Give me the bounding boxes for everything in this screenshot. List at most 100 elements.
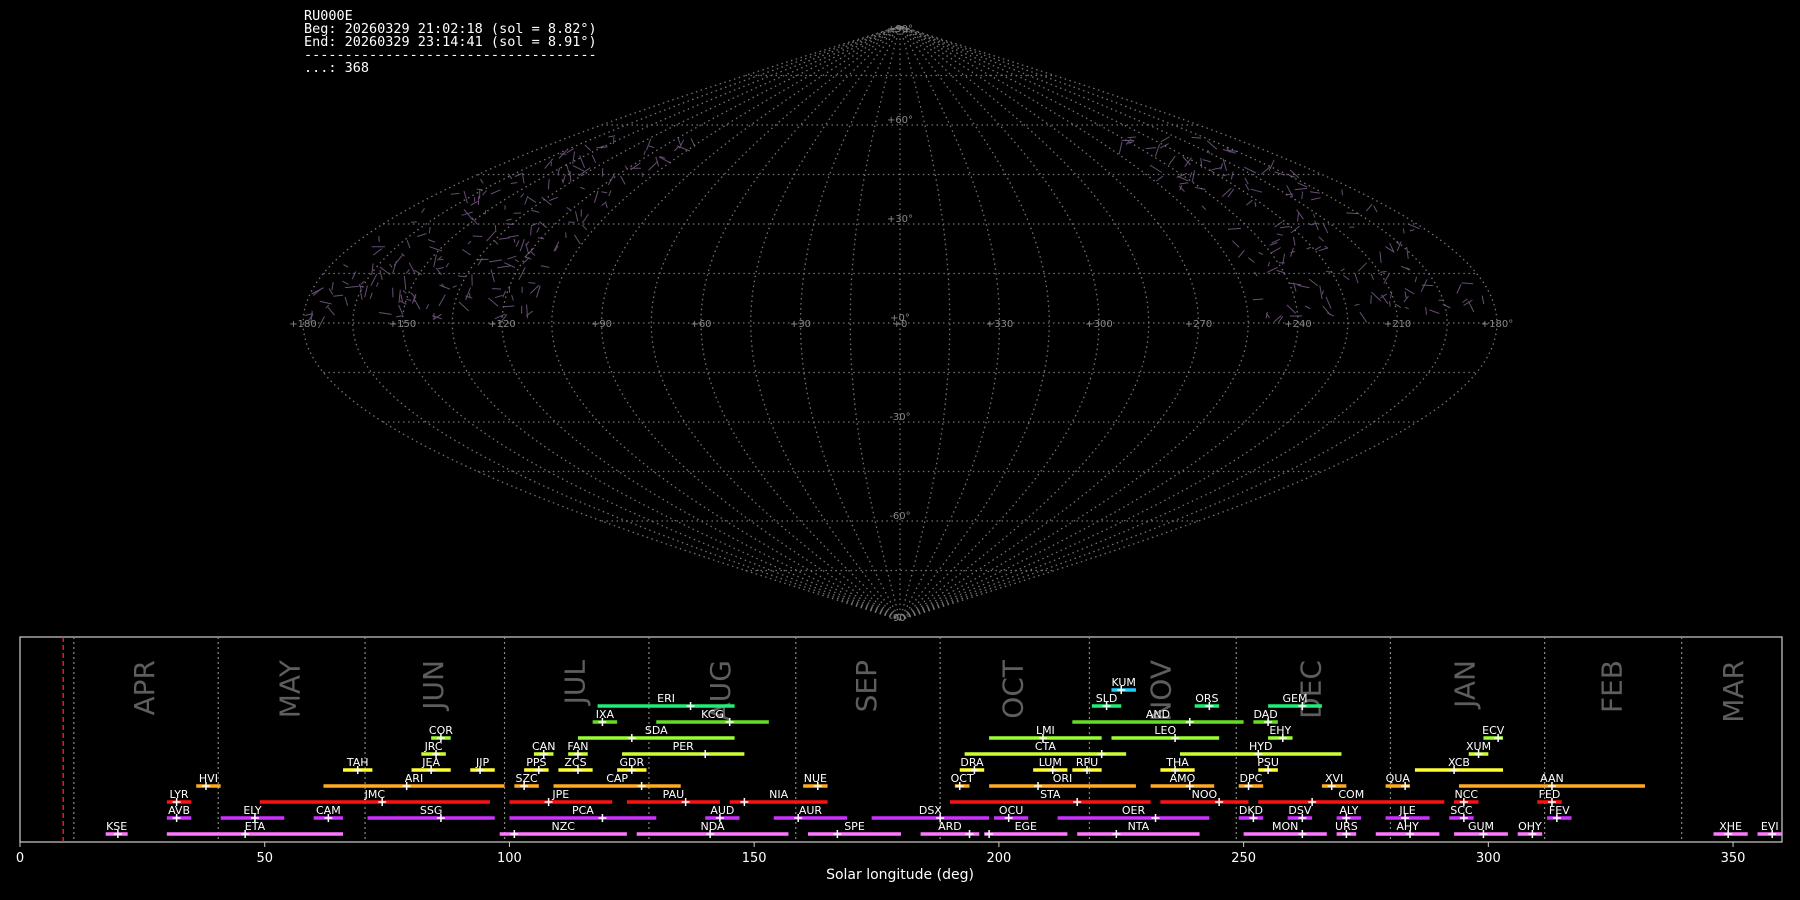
meteor-trail [527,196,537,203]
shower-label: SDA [645,724,668,737]
meteor-trail [1254,201,1257,207]
shower-kse: KSE [105,820,128,838]
meteor-trail [511,294,514,301]
shower-label: CAN [532,740,555,753]
meteor-trail [494,294,503,299]
shower-ocu: OCU [993,804,1029,822]
shower-label: KCG [701,708,724,721]
shower-label: ELY [243,804,262,817]
shower-pps: PPS [524,756,549,774]
shower-label: KSE [106,820,127,833]
meteor-trail [392,260,398,274]
meteor-trail [508,174,513,180]
longitude-label: +300 [1085,319,1112,330]
meteor-trail [372,248,383,256]
meteor-trail [549,196,558,202]
meteor-trail [1230,171,1234,180]
latitude-label: -60° [889,511,910,522]
shower-label: XCB [1448,756,1470,769]
meteor-trail [524,195,529,205]
meteor-trail [359,283,362,292]
shower-ncc: NCC [1454,788,1479,806]
shower-fev: FEV [1547,804,1572,822]
longitude-label: +180 [289,319,316,330]
shower-label: LYR [170,788,189,801]
meteor-trail [437,267,444,270]
shower-label: ORS [1195,692,1218,705]
meteor-trail [1269,242,1278,246]
x-axis-label: Solar longitude (deg) [826,867,974,883]
shower-label: JIP [475,756,489,769]
shower-dpc: DPC [1238,772,1264,790]
meteor-trail [1191,170,1196,183]
meteor-trail [1289,282,1302,286]
shower-aud: AUD [705,804,740,822]
meteor-trail [608,135,616,138]
shower-kum: KUM [1111,676,1136,694]
shower-label: AUR [799,804,823,817]
meteor-trail [370,273,378,286]
meteor-trail [1245,183,1250,191]
shower-label: EVI [1761,820,1779,833]
shower-dad: DAD [1253,708,1278,726]
month-label: SEP [850,660,883,712]
shower-rpu: RPU [1072,756,1102,774]
meteor-trail [1359,311,1368,323]
meteor-trail [1191,136,1202,139]
meridian-line [600,25,901,621]
x-tick-label: 250 [1231,851,1256,866]
shower-label: COM [1338,788,1364,801]
sky-map: +90°+60°+30°+0°-30°-60°-90°+180 +150 +120 +… [289,24,1513,624]
meteor-trail [1406,246,1409,259]
meteor-trail [1280,226,1290,229]
meteor-trail [1154,144,1161,157]
meridian-line [899,25,1050,621]
meteor-trail [1286,304,1297,314]
meteor-trail [566,206,571,211]
shower-label: SCC [1450,804,1473,817]
shower-label: OER [1122,804,1146,817]
meteor-trail [1380,270,1387,273]
latitude-label: -90° [889,613,910,624]
shower-label: JLE [1398,804,1415,817]
meteor-trail [1467,300,1475,313]
meteor-trail [1274,171,1286,176]
shower-label: QUA [1386,772,1411,785]
shower-dsv: DSV [1287,804,1313,822]
meteor-trail [1370,273,1375,280]
meteor-trail [584,144,591,151]
meteor-trail [425,304,430,310]
longitude-label: +270 [1185,319,1212,330]
meridian-line [899,25,1001,621]
meteor-trail [673,146,680,152]
meteor-trail [1244,177,1249,185]
meteor-trail [530,226,532,236]
shower-label: DSX [919,804,942,817]
meteor-trail [472,235,483,237]
meteor-trail [1250,188,1263,193]
shower-label: HVI [199,772,218,785]
shower-psu: PSU [1257,756,1279,774]
meteor-trail [538,221,548,229]
meteor-trail [1404,306,1409,310]
shower-cor: COR [429,724,453,742]
latitude-label: +90° [887,24,913,35]
shower-label: PCA [572,804,594,817]
meteor-trail [648,145,655,149]
shower-sld: SLD [1091,692,1122,710]
month-label: DEC [1295,660,1328,719]
meteor-trail [1370,295,1372,304]
meteor-trail [438,294,446,307]
meteor-trail [467,240,472,245]
meteor-trail [1297,182,1308,188]
shower-label: LMI [1036,724,1055,737]
shower-label: MON [1272,820,1298,833]
meteor-trail [406,240,411,249]
meteor-trail [580,186,585,190]
month-label: APR [128,660,161,716]
longitude-label: +240 [1284,319,1311,330]
meteor-trail [402,290,407,294]
shower-label: THA [1165,756,1189,769]
meteor-trail [1309,191,1320,194]
meteor-trail [1400,265,1411,271]
